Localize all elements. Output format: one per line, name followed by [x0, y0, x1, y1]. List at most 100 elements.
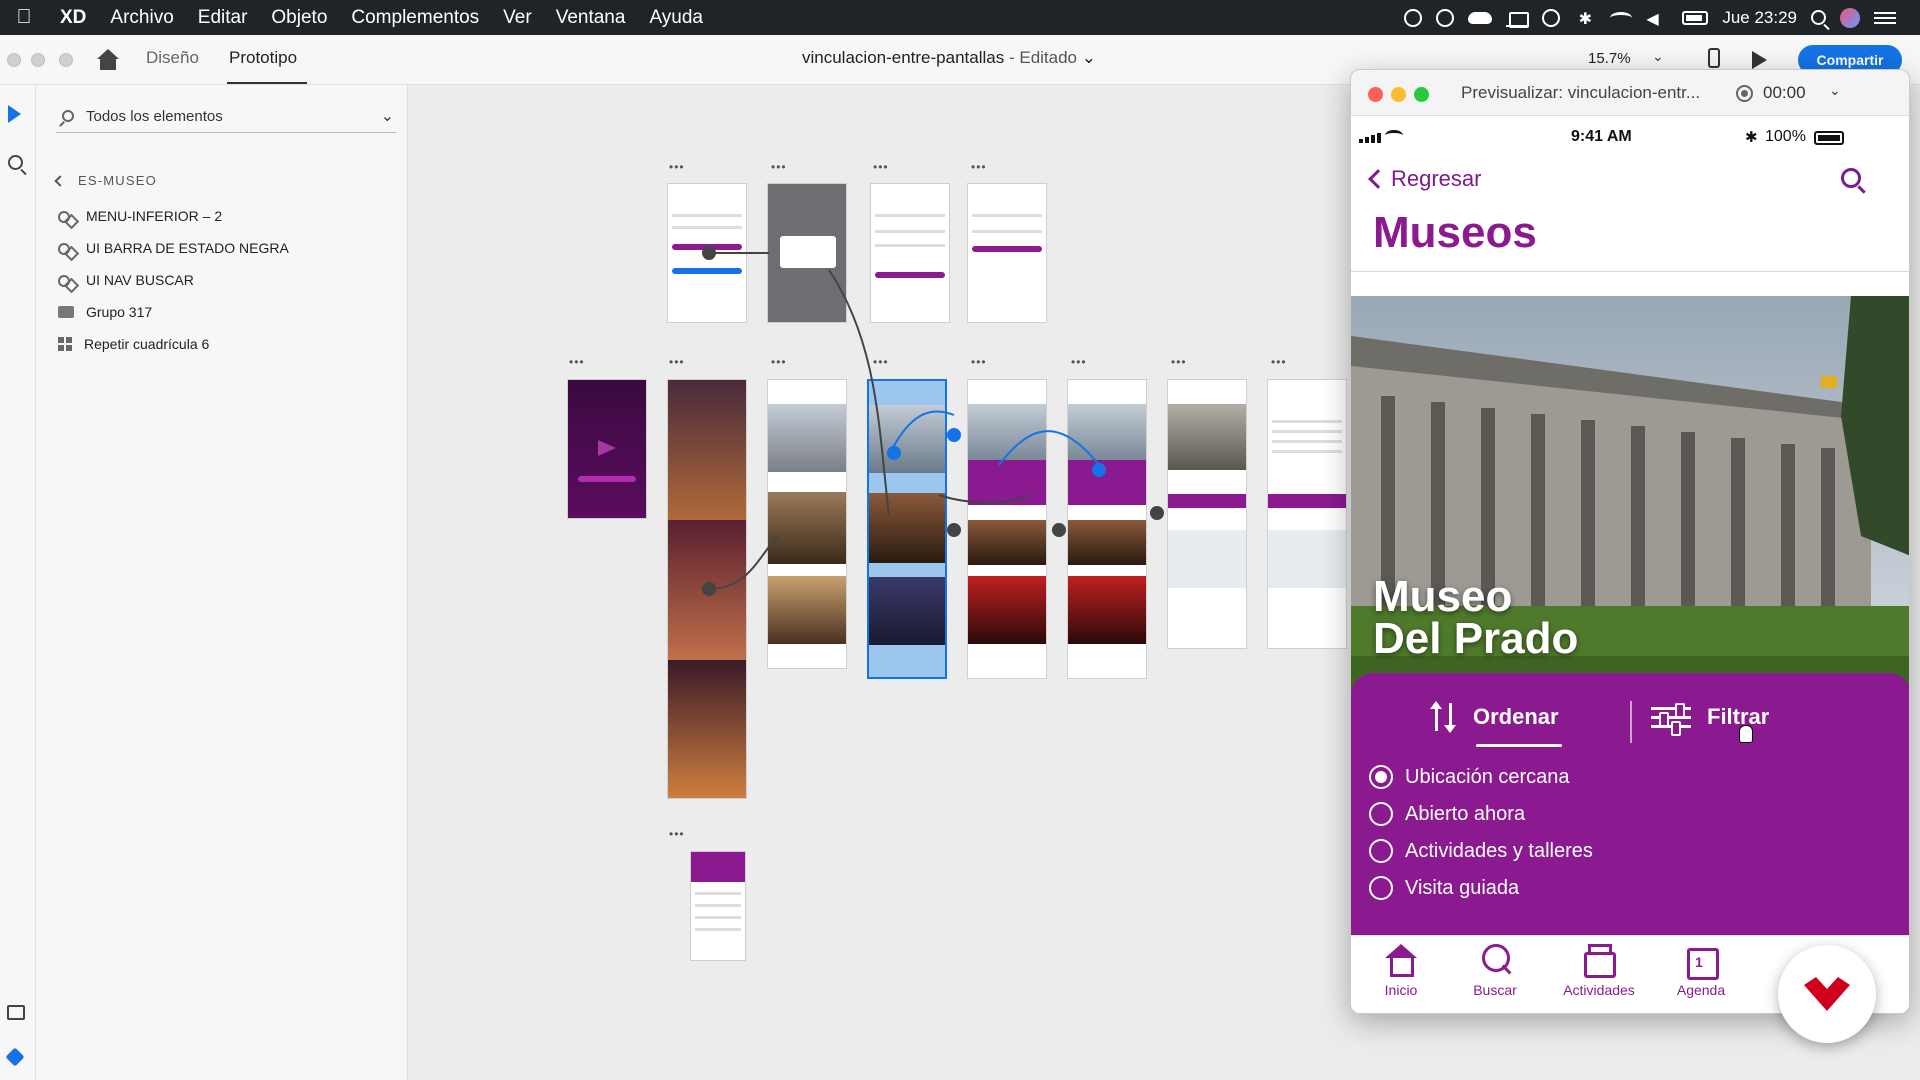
menu-ver[interactable]: Ver [491, 7, 544, 29]
control-center-icon[interactable] [1874, 11, 1896, 24]
device-preview-icon[interactable] [1708, 48, 1720, 68]
sort-button[interactable]: Ordenar [1430, 701, 1559, 733]
home-icon[interactable] [96, 49, 120, 71]
spotlight-icon[interactable] [1811, 10, 1826, 25]
zoom-chevron-down-icon[interactable]: ⌄ [1652, 48, 1664, 65]
status-time: 9:41 AM [1571, 128, 1632, 145]
record-time: 00:00 [1763, 83, 1806, 102]
filter-option[interactable]: Actividades y talleres [1369, 839, 1593, 863]
zoom-level[interactable]: 15.7% [1588, 50, 1631, 67]
signal-icon [1359, 133, 1381, 143]
search-icon [62, 110, 74, 122]
battery-icon[interactable] [1682, 10, 1709, 25]
menu-objeto[interactable]: Objeto [259, 7, 339, 29]
design-canvas[interactable]: ••• ••• ••• ••• ••• ••• ••• ••• ••• ••• … [409, 85, 1350, 1080]
component-icon [58, 241, 74, 255]
siri-icon[interactable] [1840, 7, 1860, 28]
menu-clock[interactable]: Jue 23:29 [1722, 8, 1797, 28]
museum-hero-image[interactable]: Museo Del Prado [1351, 296, 1909, 701]
radio-unselected[interactable] [1369, 876, 1393, 900]
macos-menu-bar:  XD Archivo Editar Objeto Complementos … [0, 0, 1920, 35]
menu-complementos[interactable]: Complementos [339, 7, 491, 29]
filter-option-label: Visita guiada [1405, 876, 1520, 899]
bluetooth-icon: ✱ [1745, 129, 1758, 146]
document-title[interactable]: vinculacion-entre-pantallas - Editado ⌄ [802, 48, 1096, 68]
tab-agenda[interactable]: Agenda [1656, 944, 1746, 998]
filter-option[interactable]: Abierto ahora [1369, 802, 1525, 826]
calendar-icon [1684, 944, 1719, 980]
assets-icon[interactable] [7, 1005, 25, 1020]
document-name: vinculacion-entre-pantallas [802, 48, 1005, 67]
layer-item-label: MENU-INFERIOR – 2 [86, 208, 223, 224]
activities-icon [1582, 944, 1616, 978]
tab-inicio[interactable]: Inicio [1356, 944, 1446, 998]
layers-icon[interactable] [5, 1047, 25, 1067]
search-icon[interactable] [1841, 168, 1861, 188]
record-icon[interactable] [1736, 85, 1753, 102]
wifi-icon[interactable] [1610, 11, 1633, 24]
layer-item[interactable]: MENU-INFERIOR – 2 [58, 205, 222, 227]
window-minimize-button[interactable] [31, 53, 45, 67]
layers-panel: Todos los elementos ⌄ ES-MUSEO MENU-INFE… [36, 85, 408, 1080]
folder-icon [58, 306, 74, 318]
filter-option[interactable]: Ubicación cercana [1369, 765, 1570, 789]
filter-option-label: Abierto ahora [1405, 802, 1526, 825]
search-icon[interactable] [8, 155, 23, 170]
radio-selected[interactable] [1369, 765, 1393, 789]
sliders-icon [1651, 701, 1691, 736]
apple-menu-icon[interactable]:  [0, 6, 48, 29]
creative-cloud-icon[interactable] [1436, 8, 1455, 27]
ios-status-bar: 9:41 AM ✱ 100% [1351, 116, 1909, 158]
active-tab-indicator [227, 82, 307, 84]
record-status-icon[interactable] [1404, 8, 1423, 27]
menu-extras: ✱ ◀ Jue 23:29 [1404, 0, 1920, 35]
layer-filter-dropdown[interactable]: Todos los elementos ⌄ [56, 103, 396, 133]
sort-label: Ordenar [1473, 704, 1559, 729]
play-icon[interactable] [1752, 51, 1767, 69]
tab-design[interactable]: Diseño [146, 48, 199, 68]
tab-buscar[interactable]: Buscar [1450, 944, 1540, 998]
menu-app-name[interactable]: XD [48, 7, 98, 29]
chevron-left-icon [54, 175, 66, 187]
preview-minimize-button[interactable] [1391, 87, 1406, 102]
wifi-icon [1385, 130, 1403, 141]
museum-title: Museo Del Prado [1373, 572, 1579, 663]
layer-filter-label: Todos los elementos [86, 108, 223, 125]
icloud-icon[interactable] [1468, 11, 1493, 24]
filter-option[interactable]: Visita guiada [1369, 876, 1519, 900]
menu-ventana[interactable]: Ventana [544, 7, 638, 29]
museum-title-line2: Del Prado [1373, 614, 1579, 663]
layer-item-label: Grupo 317 [86, 304, 153, 320]
sort-active-indicator [1476, 744, 1562, 747]
time-machine-icon[interactable] [1542, 8, 1561, 27]
home-icon [1384, 944, 1418, 977]
chevron-down-icon: ⌄ [380, 108, 394, 125]
menu-archivo[interactable]: Archivo [98, 7, 185, 29]
menu-ayuda[interactable]: Ayuda [637, 7, 715, 29]
window-zoom-button[interactable] [59, 53, 73, 67]
museum-title-line1: Museo [1373, 572, 1513, 621]
volume-icon[interactable]: ◀ [1646, 9, 1668, 28]
layer-group-back[interactable]: ES-MUSEO [54, 173, 157, 188]
radio-unselected[interactable] [1369, 802, 1393, 826]
radio-unselected[interactable] [1369, 839, 1393, 863]
layer-item[interactable]: UI NAV BUSCAR [58, 269, 194, 291]
window-close-button[interactable] [7, 53, 21, 67]
preview-zoom-button[interactable] [1414, 87, 1429, 102]
display-icon[interactable] [1506, 9, 1530, 28]
back-button[interactable]: Regresar [1365, 166, 1481, 192]
bluetooth-icon[interactable]: ✱ [1574, 9, 1596, 28]
layer-item[interactable]: Grupo 317 [58, 301, 152, 323]
layer-item[interactable]: UI BARRA DE ESTADO NEGRA [58, 237, 289, 259]
brand-logo-icon [1804, 977, 1850, 1011]
battery-percentage: 100% [1765, 128, 1806, 145]
select-tool-icon[interactable] [8, 105, 21, 123]
layer-item[interactable]: Repetir cuadrícula 6 [58, 333, 209, 355]
tab-actividades[interactable]: Actividades [1554, 944, 1644, 998]
preview-close-button[interactable] [1368, 87, 1383, 102]
tab-prototype[interactable]: Prototipo [229, 48, 297, 68]
menu-editar[interactable]: Editar [186, 7, 260, 29]
brand-logo-button[interactable] [1778, 945, 1876, 1043]
chevron-left-icon [1368, 169, 1388, 189]
chevron-down-icon[interactable]: ⌄ [1829, 82, 1841, 99]
